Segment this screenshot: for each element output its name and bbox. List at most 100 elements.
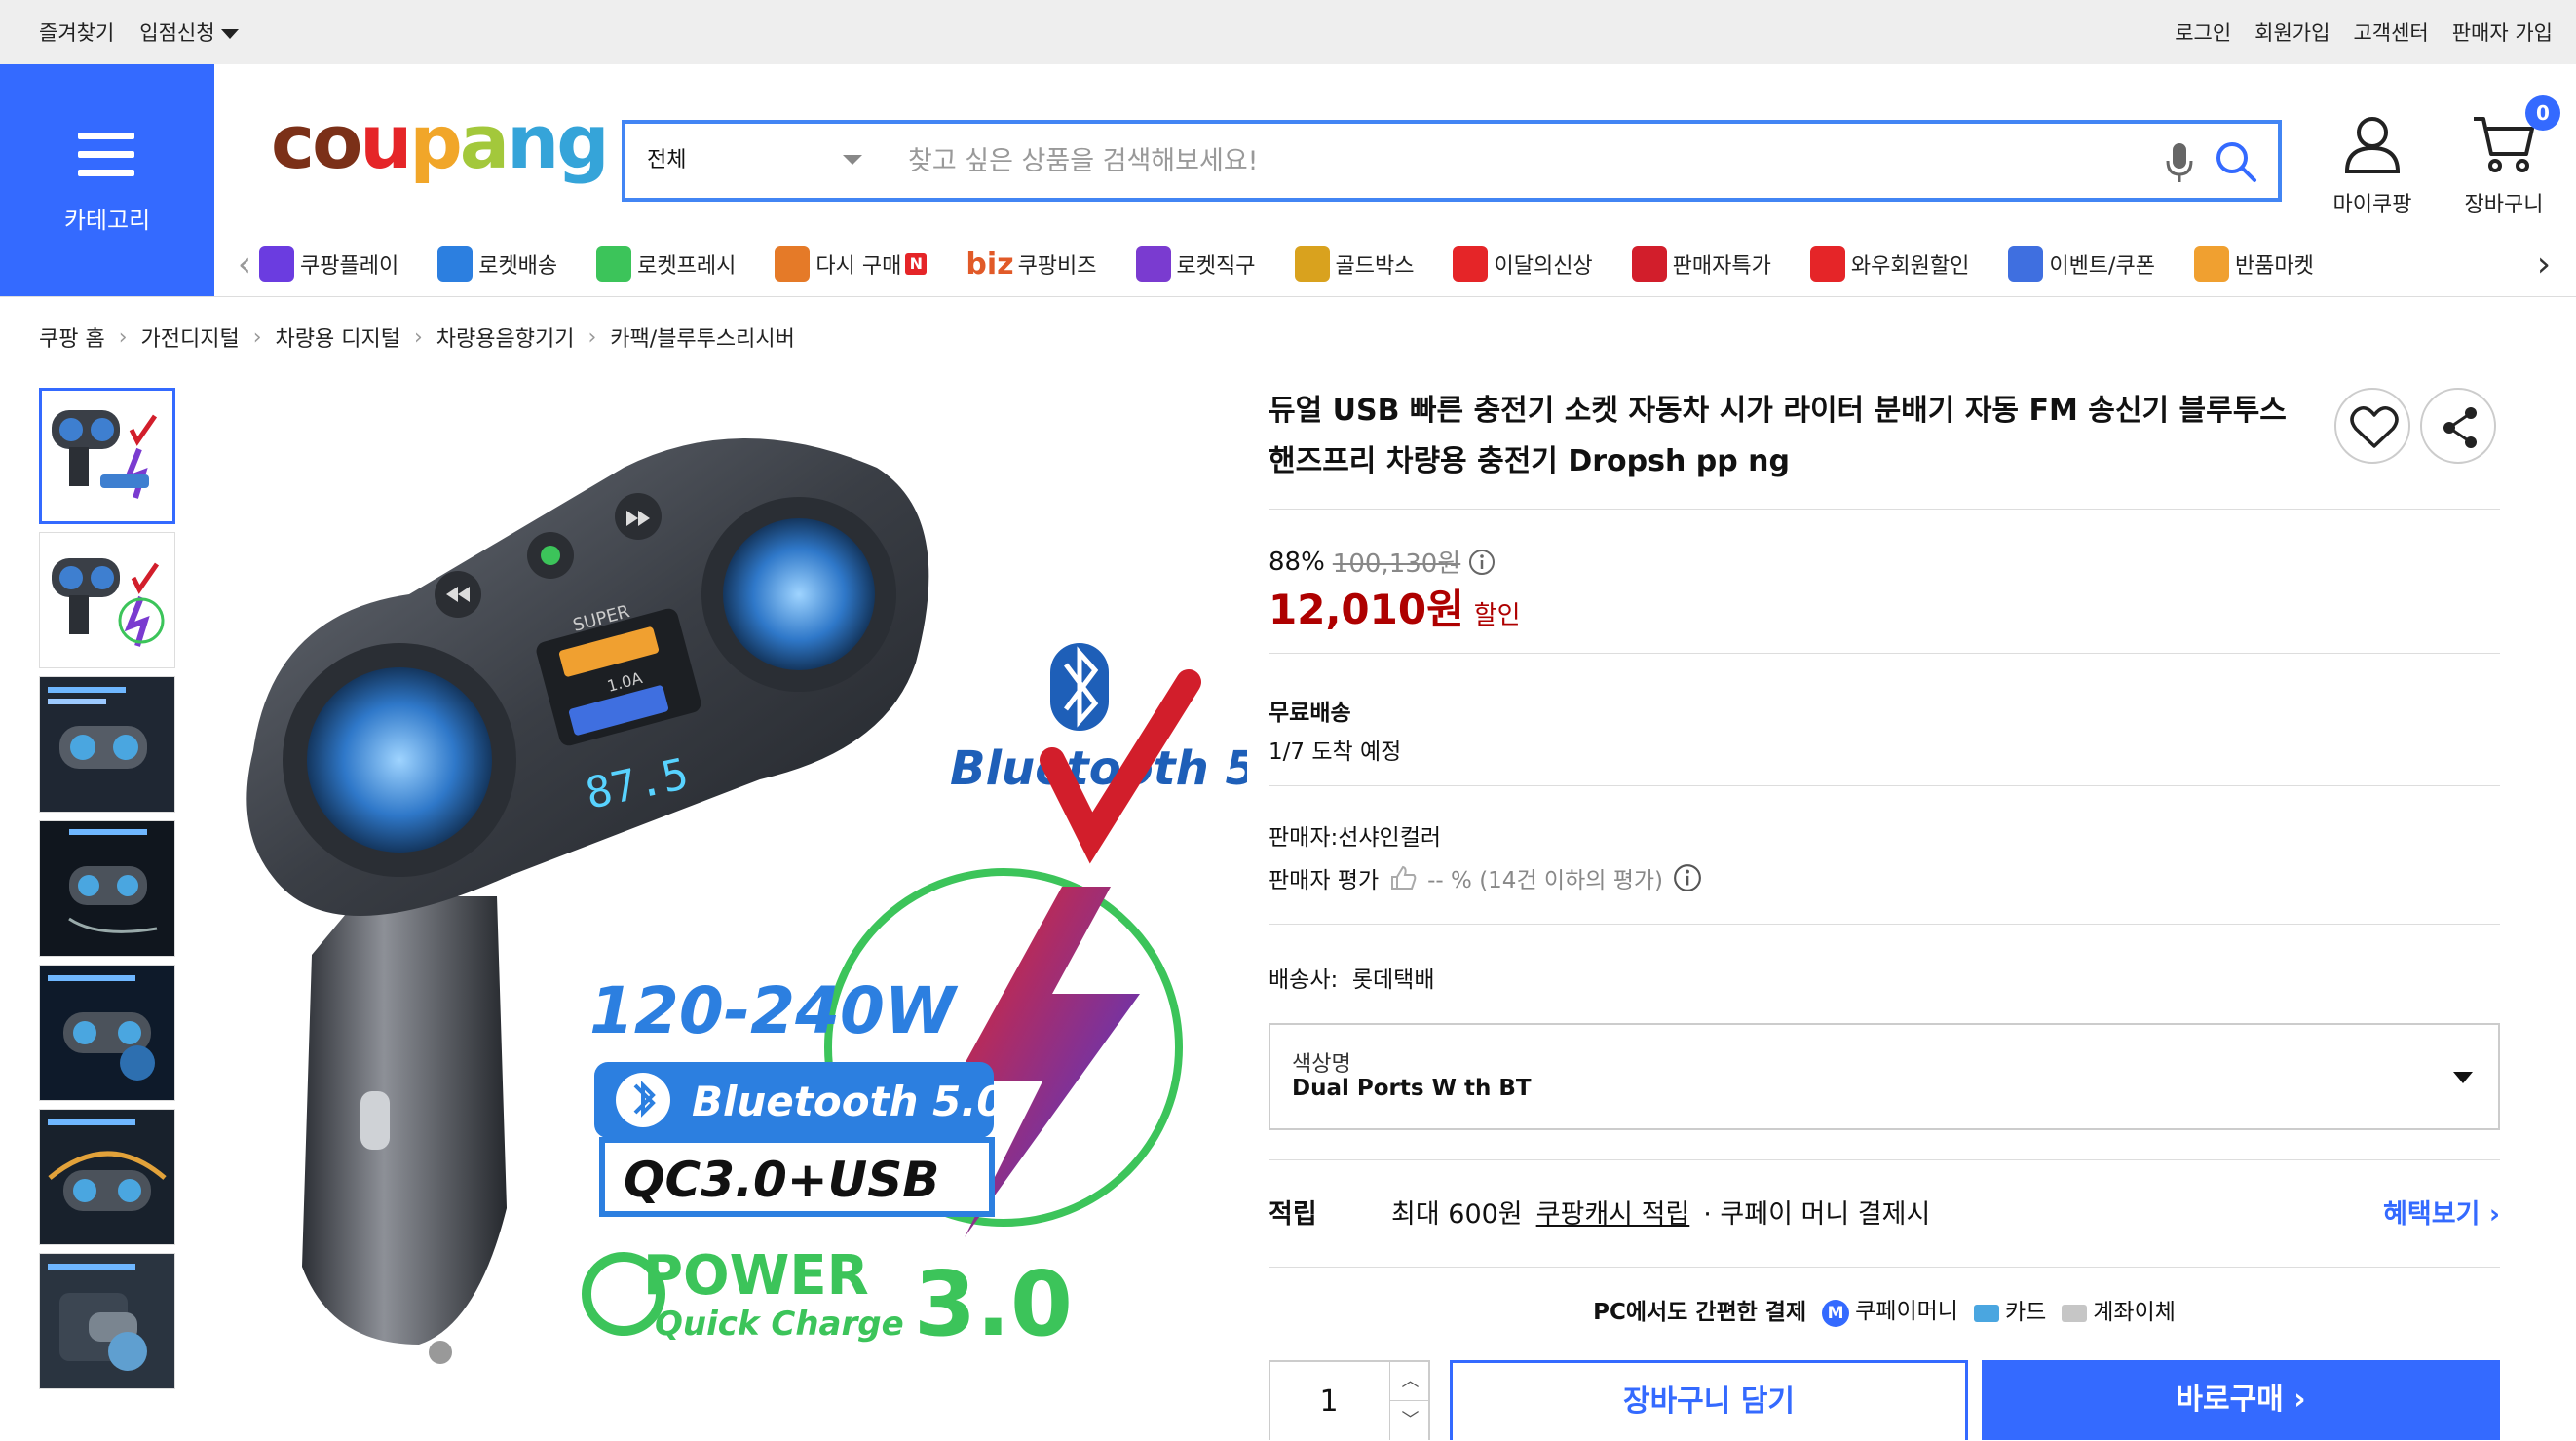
divider [1269,785,2500,786]
shortcut-rocket-fresh[interactable]: 로켓프레시 [596,246,736,282]
shortcut-coupang-play[interactable]: 쿠팡플레이 [259,246,398,282]
quick-charge-text: Quick Charge [655,1305,904,1344]
seller-rating-row: 판매자 평가 -- % (14건 이하의 평가) [1269,861,1702,894]
shortcut-next-arrow[interactable]: › [2529,245,2558,284]
seller-name[interactable]: 판매자:선샤인컬러 [1269,818,1441,852]
option-select[interactable]: 색상명 Dual Ports W th BT [1269,1023,2500,1130]
benefit-label: 혜택보기 [2383,1199,2481,1230]
category-label: 카테고리 [63,207,151,234]
chevron-right-icon: › [2293,1383,2306,1417]
breadcrumb-item[interactable]: 카팩/블루투스리시버 [610,322,795,353]
info-icon[interactable] [1468,549,1496,576]
return-market-icon [2193,246,2229,282]
breadcrumb-item[interactable]: 차량용 디지털 [276,322,400,353]
dropdown-arrow-icon [2453,1072,2473,1083]
seller-signup-link[interactable]: 판매자 가입 [2452,18,2553,47]
thumbnail-3[interactable] [39,676,175,813]
seller-apply-link[interactable]: 입점신청 [139,18,239,47]
shortcut-wow[interactable]: 와우회원할인 [1809,246,1969,282]
basket-icon [775,246,811,282]
cart-button[interactable]: 0 장바구니 [2445,95,2562,218]
shortcut-gold-box[interactable]: 골드박스 [1294,246,1414,282]
product-title: 듀얼 USB 빠른 충전기 소켓 자동차 시가 라이터 분배기 자동 FM 송신… [1269,394,2287,478]
logo-letter: o [312,98,362,185]
watts-text: 120-240W [589,973,959,1048]
shortcut-biz[interactable]: biz 쿠팡비즈 [966,247,1096,282]
user-icon [2344,117,2401,173]
customer-center-link[interactable]: 고객센터 [2353,18,2428,47]
microphone-icon[interactable] [2165,141,2194,188]
shipping-label: 무료배송 [1269,701,1351,726]
benefit-link[interactable]: 혜택보기 › [2383,1193,2500,1231]
bookmark-link[interactable]: 즐겨찾기 [39,18,114,47]
bank-icon [2062,1304,2088,1322]
chevron-right-icon: › [118,324,128,350]
shortcut-label: 이달의신상 [1494,254,1593,279]
breadcrumb: 쿠팡 홈 › 가전디지털 › 차량용 디지털 › 차량용음향기기 › 카팩/블루투스리시버 [39,322,795,353]
qc-text: QC3.0+USB [624,1152,939,1208]
shortcut-label: 로켓프레시 [637,254,737,279]
thumbnail-list [39,388,177,1397]
shortcut-prev-arrow[interactable]: ‹ [230,245,259,284]
divider [1269,509,2500,510]
rocket-fresh-icon [596,246,632,282]
cart-count-badge: 0 [2525,95,2560,131]
divider [1269,924,2500,925]
shortcut-percent[interactable]: 판매자특가 [1631,246,1771,282]
coupay-money: M 쿠페이머니 [1822,1292,1958,1327]
shortcut-basket[interactable]: 다시 구매 N [775,246,928,282]
search-bar: 전체 [622,120,2282,202]
breadcrumb-item[interactable]: 쿠팡 홈 [39,322,105,353]
shortcut-items: 쿠팡플레이 로켓배송 로켓프레시 다시 구매 N biz 쿠팡비즈 로켓직구 골드박스 이달의신상… [259,234,2529,294]
thumbnail-2[interactable] [39,532,175,668]
coupang-logo[interactable]: coupang [271,98,610,185]
signup-link[interactable]: 회원가입 [2254,18,2330,47]
wishlist-button[interactable] [2334,388,2410,464]
coupon-icon [2008,246,2044,282]
rocket-icon [437,246,474,282]
share-button[interactable] [2420,388,2496,464]
quantity-increase-button[interactable]: ︿ [1389,1362,1430,1401]
points-row: 적립 최대 600원 쿠팡캐시 적립 · 쿠페이 머니 결제시 혜택보기 › [1269,1193,2500,1231]
shortcut-rocket-global[interactable]: 로켓직구 [1135,246,1256,282]
buy-now-button[interactable]: 바로구매 › [1982,1360,2500,1440]
coupang-cash-link[interactable]: 쿠팡캐시 적립 [1536,1193,1690,1231]
divider [1269,1267,2500,1268]
logo-letter: c [271,98,315,185]
thumbnail-5[interactable] [39,965,175,1101]
search-input[interactable] [908,124,2077,198]
category-menu-button[interactable]: 카테고리 [0,64,214,296]
info-icon[interactable] [1673,863,1702,892]
shortcut-label: 로켓직구 [1176,254,1256,279]
thumbnail-1[interactable] [39,388,175,524]
card-icon [1973,1304,1999,1322]
account-transfer: 계좌이체 [2062,1293,2176,1326]
thumbnail-4[interactable] [39,820,175,957]
breadcrumb-item[interactable]: 가전디지털 [141,322,240,353]
thumbnail-7[interactable] [39,1253,175,1389]
breadcrumb-item[interactable]: 차량용음향기기 [436,322,575,353]
rocket-global-icon [1135,246,1171,282]
shortcut-return-market[interactable]: 반품마켓 [2193,246,2314,282]
logo-letter: u [360,98,412,185]
search-category-select[interactable]: 전체 [625,124,890,198]
login-link[interactable]: 로그인 [2175,18,2231,47]
wow-icon [1809,246,1845,282]
shortcut-label: 로켓배송 [478,254,558,279]
account-transfer-label: 계좌이체 [2093,1300,2176,1325]
shortcut-label: 이벤트/쿠폰 [2049,254,2155,279]
shortcut-new-bag[interactable]: 이달의신상 [1453,246,1593,282]
chevron-right-icon: › [587,324,597,350]
price-row: 12,010원 할인 [1269,577,1521,636]
quantity-decrease-button[interactable]: ﹀ [1389,1401,1430,1440]
coupay-money-label: 쿠페이머니 [1855,1299,1958,1324]
search-icon[interactable] [2214,139,2258,188]
my-coupang-button[interactable]: 마이쿠팡 [2319,113,2426,218]
thumbnail-6[interactable] [39,1109,175,1245]
header-divider [0,296,2576,297]
shortcut-rocket[interactable]: 로켓배송 [437,246,557,282]
add-to-cart-button[interactable]: 장바구니 담기 [1450,1360,1968,1440]
shortcut-coupon[interactable]: 이벤트/쿠폰 [2008,246,2155,282]
discount-rate: 88% [1269,547,1325,577]
quantity-input[interactable] [1270,1362,1387,1440]
